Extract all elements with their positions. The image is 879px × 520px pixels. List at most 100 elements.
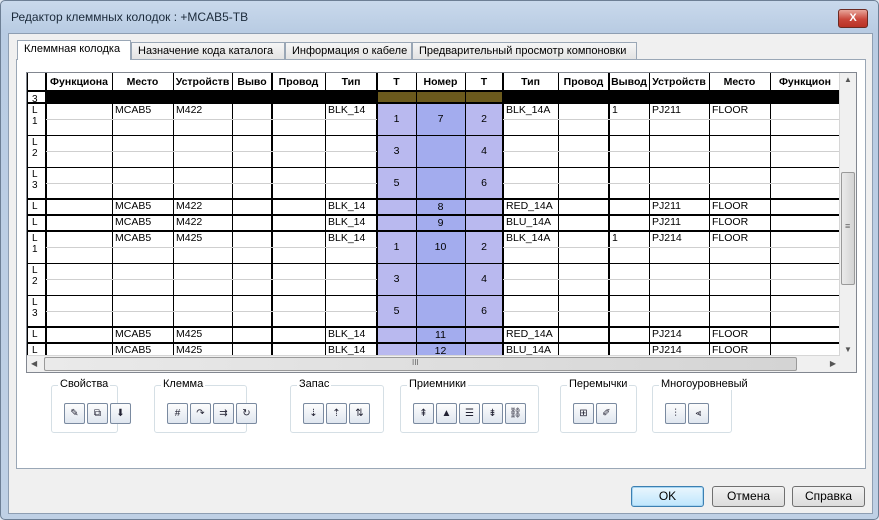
cancel-button[interactable]: Отмена — [712, 486, 785, 507]
grid-cell[interactable] — [112, 264, 173, 277]
column-header[interactable]: Тип — [503, 76, 558, 90]
jumper-add-icon[interactable]: ⊞ — [573, 403, 594, 424]
column-header[interactable]: Функцион — [770, 76, 840, 90]
grid-cell[interactable]: FLOOR — [709, 216, 770, 229]
receiver-up-icon[interactable]: ⇞ — [413, 403, 434, 424]
grid-cell[interactable] — [770, 168, 840, 181]
grid-cell[interactable] — [770, 200, 840, 213]
grid-cell[interactable] — [325, 136, 377, 149]
spare-delete-icon[interactable]: ⇡ — [326, 403, 347, 424]
tab-catalog-code[interactable]: Назначение кода каталога — [131, 42, 285, 59]
grid-cell[interactable] — [503, 168, 558, 181]
ok-button[interactable]: OK — [631, 486, 704, 507]
grid-cell[interactable]: BLK_14 — [325, 200, 377, 213]
grid-cell[interactable]: 2 — [465, 241, 503, 254]
grid-cell[interactable]: 7 — [416, 113, 465, 126]
grid-cell[interactable] — [232, 328, 272, 341]
grid-cell[interactable]: PJ211 — [649, 216, 709, 229]
grid-cell[interactable]: 5 — [377, 177, 416, 190]
grid-cell[interactable]: M425 — [173, 328, 232, 341]
column-header[interactable]: Функциона — [46, 76, 112, 90]
row-header[interactable]: L 1 — [29, 105, 45, 135]
edit-properties-icon[interactable]: ✎ — [64, 403, 85, 424]
grid-cell[interactable]: RED_14A — [503, 328, 558, 341]
grid-cell[interactable]: BLU_14A — [503, 216, 558, 229]
grid-cell[interactable] — [46, 104, 112, 117]
grid-cell[interactable] — [416, 145, 465, 158]
grid-cell[interactable] — [46, 296, 112, 309]
grid-cell[interactable]: M422 — [173, 104, 232, 117]
grid-cell[interactable] — [272, 104, 325, 117]
vertical-scroll-thumb[interactable]: ≡ — [841, 172, 855, 285]
grid-cell[interactable] — [609, 136, 649, 149]
grid-cell[interactable]: 1 — [377, 113, 416, 126]
grid-cell[interactable] — [649, 168, 709, 181]
terminal-flip-icon[interactable]: ↻ — [236, 403, 257, 424]
terminal-edit-icon[interactable]: # — [167, 403, 188, 424]
grid-cell[interactable] — [272, 328, 325, 341]
grid-cell[interactable] — [465, 329, 503, 342]
grid-cell[interactable] — [416, 273, 465, 286]
grid-cell[interactable] — [649, 296, 709, 309]
grid-cell[interactable]: BLK_14 — [325, 104, 377, 117]
grid-cell[interactable]: RED_14A — [503, 200, 558, 213]
copy-properties-icon[interactable]: ⧉ — [87, 403, 108, 424]
column-header[interactable]: Провод — [558, 76, 609, 90]
column-header[interactable]: T — [465, 76, 503, 90]
grid-cell[interactable] — [377, 329, 416, 342]
grid-cell[interactable]: 9 — [416, 217, 465, 230]
grid-cell[interactable] — [709, 168, 770, 181]
grid-cell[interactable] — [503, 136, 558, 149]
grid-cell[interactable] — [609, 168, 649, 181]
grid-cell[interactable] — [112, 136, 173, 149]
grid-cell[interactable] — [272, 168, 325, 181]
grid-cell[interactable] — [649, 136, 709, 149]
grid-cell[interactable]: MCAB5 — [112, 216, 173, 229]
grid-cell[interactable] — [46, 216, 112, 229]
grid-cell[interactable] — [232, 216, 272, 229]
grid-cell[interactable]: PJ211 — [649, 200, 709, 213]
grid-cell[interactable]: 1 — [377, 241, 416, 254]
grid-cell[interactable] — [232, 200, 272, 213]
grid-cell[interactable] — [173, 168, 232, 181]
row-header[interactable]: L — [29, 217, 45, 231]
grid-cell[interactable] — [503, 264, 558, 277]
grid-cell[interactable] — [558, 296, 609, 309]
grid-cell[interactable] — [709, 264, 770, 277]
receiver-sort-icon[interactable]: ▲ — [436, 403, 457, 424]
grid-cell[interactable]: 4 — [465, 273, 503, 286]
grid-cell[interactable]: MCAB5 — [112, 200, 173, 213]
column-header[interactable]: Провод — [272, 76, 325, 90]
scroll-up-icon[interactable]: ▲ — [844, 75, 852, 84]
grid-cell[interactable] — [325, 296, 377, 309]
grid-cell[interactable]: 6 — [465, 177, 503, 190]
grid-cell[interactable] — [416, 177, 465, 190]
grid-cell[interactable]: M425 — [173, 232, 232, 245]
spare-insert-icon[interactable]: ⇣ — [303, 403, 324, 424]
column-header[interactable]: Тип — [325, 76, 377, 90]
close-button[interactable]: X — [838, 9, 868, 28]
grid-cell[interactable]: 8 — [416, 201, 465, 214]
grid-cell[interactable] — [558, 168, 609, 181]
grid-cell[interactable]: M422 — [173, 200, 232, 213]
column-header[interactable]: Устройств — [173, 76, 232, 90]
grid-cell[interactable]: MCAB5 — [112, 104, 173, 117]
grid-cell[interactable] — [770, 296, 840, 309]
grid-cell[interactable] — [709, 296, 770, 309]
grid-cell[interactable] — [272, 136, 325, 149]
grid-cell[interactable]: MCAB5 — [112, 232, 173, 245]
column-header[interactable] — [27, 76, 46, 90]
grid-cell[interactable] — [609, 328, 649, 341]
grid-cell[interactable]: BLK_14 — [325, 232, 377, 245]
column-header[interactable]: Место — [112, 76, 173, 90]
grid-cell[interactable] — [465, 201, 503, 214]
row-header[interactable]: L — [29, 201, 45, 215]
grid-cell[interactable] — [173, 136, 232, 149]
grid-cell[interactable] — [46, 136, 112, 149]
receiver-move-icon[interactable]: ⇟ — [482, 403, 503, 424]
grid-cell[interactable] — [232, 104, 272, 117]
grid-cell[interactable]: BLK_14 — [325, 216, 377, 229]
row-header[interactable]: L 2 — [29, 265, 45, 295]
grid-cell[interactable]: 5 — [377, 305, 416, 318]
grid-cell[interactable]: MCAB5 — [112, 328, 173, 341]
